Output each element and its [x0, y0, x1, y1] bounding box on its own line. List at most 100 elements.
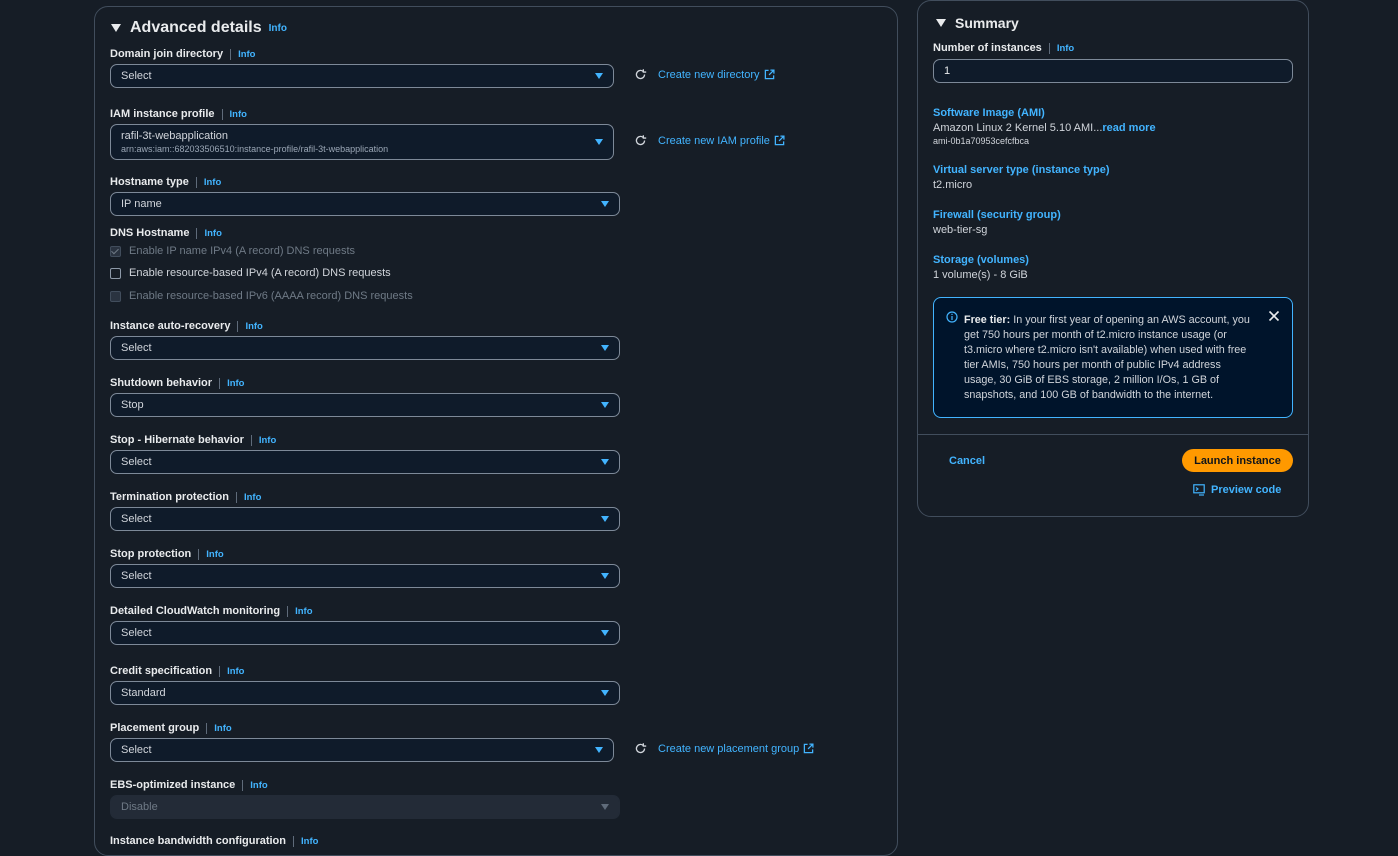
hostname-type-field: Hostname type Info IP name: [110, 175, 620, 216]
storage-link[interactable]: Storage (volumes): [933, 254, 1029, 266]
storage-value: 1 volume(s) - 8 GiB: [933, 269, 1028, 281]
shutdown-behavior-field: Shutdown behavior Info Stop: [110, 376, 620, 417]
placement-group-select[interactable]: Select: [110, 738, 614, 762]
refresh-icon[interactable]: [634, 68, 647, 81]
hibernate-behavior-field: Stop - Hibernate behavior Info Select: [110, 433, 620, 474]
hibernate-behavior-select[interactable]: Select: [110, 450, 620, 474]
dropdown-arrow-icon: [601, 804, 609, 810]
iam-profile-arn: arn:aws:iam::682033506510:instance-profi…: [121, 144, 389, 154]
auto-recovery-select[interactable]: Select: [110, 336, 620, 360]
dns-ipv4-resource-option[interactable]: Enable resource-based IPv4 (A record) DN…: [110, 267, 391, 279]
instance-type-value: t2.micro: [933, 179, 973, 191]
preview-code-button[interactable]: Preview code: [1193, 484, 1281, 496]
info-link[interactable]: Info: [230, 109, 247, 120]
create-directory-link[interactable]: Create new directory: [634, 68, 775, 81]
advanced-details-header[interactable]: Advanced details Info: [111, 19, 287, 37]
launch-instance-button[interactable]: Launch instance: [1182, 449, 1293, 472]
close-icon[interactable]: [1268, 310, 1280, 322]
instances-count-field: Number of instances Info: [933, 41, 1074, 55]
info-link[interactable]: Info: [227, 666, 244, 677]
hibernate-behavior-label: Stop - Hibernate behavior: [110, 434, 244, 446]
read-more-link[interactable]: read more: [1102, 122, 1155, 134]
instances-count-input[interactable]: 1: [933, 59, 1293, 83]
firewall-link[interactable]: Firewall (security group): [933, 209, 1061, 221]
info-link[interactable]: Info: [259, 435, 276, 446]
info-link[interactable]: Info: [1057, 43, 1074, 54]
ebs-optimized-label: EBS-optimized instance: [110, 779, 236, 791]
stop-protection-field: Stop protection Info Select: [110, 547, 620, 588]
dropdown-arrow-icon: [595, 73, 603, 79]
info-link[interactable]: Info: [214, 723, 231, 734]
auto-recovery-label: Instance auto-recovery: [110, 320, 231, 332]
stop-protection-label: Stop protection: [110, 548, 192, 560]
domain-join-field: Domain join directory Info Select: [110, 47, 614, 88]
dns-hostname-label: DNS Hostname: [110, 227, 190, 239]
cloudwatch-monitoring-field: Detailed CloudWatch monitoring Info Selec…: [110, 604, 620, 645]
info-link[interactable]: Info: [238, 49, 255, 60]
dropdown-arrow-icon: [601, 630, 609, 636]
ami-id: ami-0b1a70953cefcfbca: [933, 136, 1030, 146]
caret-down-icon[interactable]: [111, 24, 121, 32]
info-link[interactable]: Info: [204, 177, 221, 188]
caret-down-icon[interactable]: [936, 19, 946, 27]
shutdown-behavior-select[interactable]: Stop: [110, 393, 620, 417]
hostname-type-label: Hostname type: [110, 176, 189, 188]
dropdown-arrow-icon: [601, 516, 609, 522]
cancel-button[interactable]: Cancel: [949, 455, 985, 467]
ami-link[interactable]: Software Image (AMI): [933, 107, 1045, 119]
info-link[interactable]: Info: [250, 780, 267, 791]
info-link[interactable]: Info: [244, 492, 261, 503]
create-placement-group-link[interactable]: Create new placement group: [634, 742, 814, 755]
external-link-icon: [774, 135, 785, 146]
refresh-icon[interactable]: [634, 134, 647, 147]
checkbox: [110, 245, 121, 257]
info-link[interactable]: Info: [245, 321, 262, 332]
info-circle-icon: [946, 311, 958, 323]
ami-value: Amazon Linux 2 Kernel 5.10 AMI...: [933, 122, 1103, 134]
credit-specification-select[interactable]: Standard: [110, 681, 620, 705]
hostname-type-select[interactable]: IP name: [110, 192, 620, 216]
dns-ipv4-ipname-option: Enable IP name IPv4 (A record) DNS reque…: [110, 245, 355, 257]
iam-profile-label: IAM instance profile: [110, 108, 215, 120]
advanced-details-panel: Advanced details Info Domain join direct…: [94, 6, 898, 856]
info-link[interactable]: Info: [204, 228, 221, 239]
create-iam-profile-link[interactable]: Create new IAM profile: [634, 134, 785, 147]
info-link[interactable]: Info: [227, 378, 244, 389]
firewall-value: web-tier-sg: [933, 224, 988, 236]
dropdown-arrow-icon: [601, 459, 609, 465]
info-link[interactable]: Info: [206, 549, 223, 560]
external-link-icon: [803, 743, 814, 754]
dropdown-arrow-icon: [601, 345, 609, 351]
domain-join-label: Domain join directory: [110, 48, 224, 60]
stop-protection-select[interactable]: Select: [110, 564, 620, 588]
cloudwatch-monitoring-select[interactable]: Select: [110, 621, 620, 645]
refresh-icon[interactable]: [634, 742, 647, 755]
iam-profile-select[interactable]: rafil-3t-webapplication arn:aws:iam::682…: [110, 124, 614, 160]
info-link[interactable]: Info: [295, 606, 312, 617]
dropdown-arrow-icon: [601, 201, 609, 207]
shutdown-behavior-label: Shutdown behavior: [110, 377, 213, 389]
ami-summary: Software Image (AMI) Amazon Linux 2 Kern…: [933, 105, 1156, 146]
dns-hostname-field: DNS Hostname Info: [110, 226, 222, 240]
bandwidth-config-label: Instance bandwidth configuration: [110, 835, 286, 847]
bandwidth-config-field: Instance bandwidth configuration Info: [110, 834, 318, 848]
checkbox[interactable]: [110, 267, 121, 279]
summary-header[interactable]: Summary: [936, 15, 1019, 31]
placement-group-field: Placement group Info Select: [110, 721, 614, 762]
ebs-optimized-select: Disable: [110, 795, 620, 819]
domain-join-select[interactable]: Select: [110, 64, 614, 88]
checkbox: [110, 290, 121, 302]
external-link-icon: [764, 69, 775, 80]
instance-type-link[interactable]: Virtual server type (instance type): [933, 164, 1109, 176]
termination-protection-select[interactable]: Select: [110, 507, 620, 531]
dropdown-arrow-icon: [595, 747, 603, 753]
code-preview-icon: [1193, 484, 1205, 496]
info-link[interactable]: Info: [269, 23, 287, 34]
info-link[interactable]: Info: [301, 836, 318, 847]
auto-recovery-field: Instance auto-recovery Info Select: [110, 319, 620, 360]
instance-type-summary: Virtual server type (instance type) t2.m…: [933, 162, 1109, 191]
dns-ipv6-resource-option: Enable resource-based IPv6 (AAAA record)…: [110, 290, 413, 302]
firewall-summary: Firewall (security group) web-tier-sg: [933, 207, 1061, 236]
termination-protection-label: Termination protection: [110, 491, 229, 503]
termination-protection-field: Termination protection Info Select: [110, 490, 620, 531]
